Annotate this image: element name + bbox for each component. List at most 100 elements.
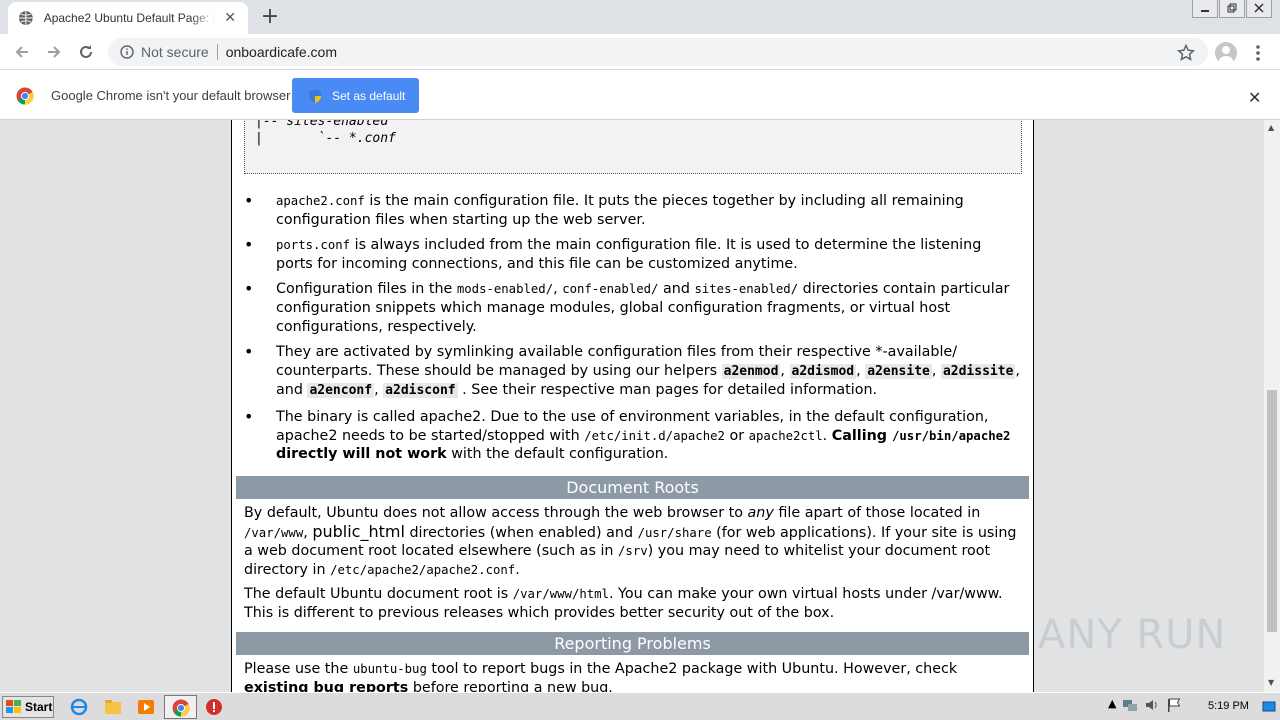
chrome-icon: [172, 699, 190, 717]
code-inline: /var/www/html: [512, 587, 609, 601]
new-tab-button[interactable]: +: [258, 6, 282, 29]
bug-reports-link[interactable]: existing bug reports: [244, 680, 408, 692]
item-text: ,: [931, 362, 941, 379]
close-tab-icon[interactable]: ✕: [222, 10, 238, 26]
list-item: Configuration files in the mods-enabled/…: [244, 280, 1022, 336]
tab-strip: Apache2 Ubuntu Default Page: It wo ✕ +: [0, 0, 1280, 34]
network-icon[interactable]: [1122, 697, 1138, 713]
stop-icon[interactable]: [205, 698, 223, 716]
para-text: By default, Ubuntu does not allow access…: [244, 505, 748, 521]
item-text: ,: [553, 281, 563, 298]
scroll-up-arrow-icon[interactable]: ▲: [1268, 123, 1276, 132]
emphasis-text: any: [747, 505, 774, 521]
close-window-button[interactable]: [1246, 0, 1272, 18]
code-inline: /var/www: [244, 525, 304, 540]
reload-icon[interactable]: [76, 42, 96, 62]
docroots-paragraph: By default, Ubuntu does not allow access…: [244, 504, 1019, 579]
set-as-default-label: Set as default: [332, 88, 406, 103]
watermark-text: ANY RUN: [1038, 612, 1227, 658]
code-inline: /etc/apache2/apache2.conf: [330, 562, 516, 577]
more-menu-icon[interactable]: [1252, 44, 1264, 62]
item-text: is the main configuration file. It puts …: [276, 193, 964, 228]
forward-icon[interactable]: [44, 42, 64, 62]
para-text: directories (when enabled) and: [404, 524, 638, 541]
action-center-flag-icon[interactable]: [1166, 697, 1182, 713]
command-inline: a2ensite: [865, 363, 932, 379]
internet-explorer-icon[interactable]: [70, 698, 88, 716]
system-tray: ▲: [1108, 697, 1182, 713]
set-as-default-button[interactable]: Set as default: [292, 78, 419, 113]
list-item: The binary is called apache2. Due to the…: [244, 408, 1022, 464]
item-text: Configuration files in the: [276, 281, 457, 298]
item-text: ,: [856, 362, 866, 379]
list-item: apache2.conf is the main configuration f…: [244, 192, 1022, 229]
para-text: The default Ubuntu document root is: [244, 586, 513, 602]
code-inline: mods-enabled/: [456, 282, 554, 297]
code-inline: conf-enabled/: [562, 282, 659, 297]
close-infobar-icon[interactable]: ✕: [1248, 88, 1261, 107]
chrome-taskbar-button[interactable]: [164, 695, 197, 719]
windows-logo-icon: [6, 700, 21, 713]
chrome-logo-icon: [16, 87, 34, 105]
clock[interactable]: 5:19 PM: [1208, 700, 1249, 712]
highlight-text: public_html: [312, 521, 405, 541]
taskbar: Start ▲ 5:19 PM: [0, 692, 1280, 720]
command-inline: a2disconf: [383, 383, 458, 399]
docroot-default-paragraph: The default Ubuntu document root is /var…: [244, 585, 1019, 622]
code-inline: apache2ctl: [748, 428, 823, 443]
browser-tab[interactable]: Apache2 Ubuntu Default Page: It wo ✕: [8, 2, 248, 34]
window-controls: [1191, 0, 1272, 18]
item-text: or: [724, 427, 749, 444]
item-text: with the default configuration.: [446, 446, 669, 463]
browser-toolbar: Not secure onboardicafe.com: [0, 34, 1280, 70]
list-item: They are activated by symlinking availab…: [244, 343, 1022, 401]
default-browser-infobar: Google Chrome isn't your default browser…: [0, 71, 1280, 120]
code-inline: /usr/bin/apache2: [892, 428, 1011, 443]
address-bar[interactable]: Not secure onboardicafe.com: [108, 38, 1208, 66]
show-desktop-icon[interactable]: [1262, 697, 1276, 717]
code-line: |-- sites-enabled: [255, 120, 389, 129]
scroll-down-arrow-icon[interactable]: ▼: [1268, 678, 1276, 687]
vertical-scrollbar[interactable]: ▲ ▼: [1264, 120, 1280, 692]
tray-expand-icon[interactable]: ▲: [1108, 697, 1116, 713]
page-viewport: |-- sites-enabled | `-- *.conf apache2.c…: [0, 120, 1264, 692]
para-text: tool to report bugs in the Apache2 packa…: [426, 661, 958, 677]
section-header-reporting-problems: Reporting Problems: [236, 632, 1029, 655]
start-label: Start: [25, 700, 53, 714]
bold-text: Calling: [831, 427, 892, 444]
bookmark-star-icon[interactable]: [1177, 44, 1195, 62]
code-inline: apache2.conf: [276, 194, 365, 208]
tab-title: Apache2 Ubuntu Default Page: It wo: [43, 11, 217, 25]
code-line: | `-- *.conf: [255, 131, 396, 146]
command-inline: a2dissite: [940, 363, 1016, 379]
shield-icon: [309, 88, 321, 103]
code-inline: /usr/share: [637, 525, 712, 540]
file-explorer-icon[interactable]: [104, 698, 122, 716]
omnibox-separator: [216, 44, 218, 60]
url-text[interactable]: onboardicafe.com: [226, 44, 337, 60]
item-text: . See their respective man pages for det…: [457, 382, 878, 399]
restore-button[interactable]: [1219, 0, 1245, 18]
code-inline: ports.conf: [276, 238, 351, 253]
media-player-icon[interactable]: [137, 698, 155, 716]
minimize-button[interactable]: [1192, 0, 1218, 18]
volume-icon[interactable]: [1144, 697, 1160, 713]
config-tree-box: |-- sites-enabled | `-- *.conf: [244, 120, 1022, 174]
profile-avatar-icon[interactable]: [1215, 42, 1237, 64]
info-icon[interactable]: [120, 45, 134, 59]
scroll-thumb[interactable]: [1267, 390, 1277, 632]
back-icon[interactable]: [12, 42, 32, 62]
command-inline: a2dismod: [789, 363, 857, 379]
code-inline: /etc/init.d/apache2: [584, 428, 725, 443]
section-header-document-roots: Document Roots: [236, 476, 1029, 499]
page-content-column: |-- sites-enabled | `-- *.conf apache2.c…: [231, 120, 1034, 692]
para-text: before reporting a new bug.: [408, 679, 613, 692]
start-button[interactable]: Start: [2, 696, 54, 718]
item-text: ,: [374, 382, 384, 399]
list-item: ports.conf is always included from the m…: [244, 236, 1022, 273]
code-inline: sites-enabled/: [694, 282, 799, 297]
command-inline: a2enconf: [307, 383, 375, 399]
item-text: and: [658, 281, 695, 298]
para-text: file apart of those located in: [773, 505, 981, 521]
config-list: apache2.conf is the main configuration f…: [244, 192, 1022, 471]
